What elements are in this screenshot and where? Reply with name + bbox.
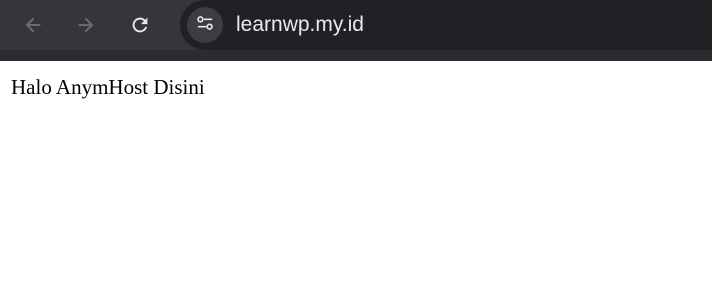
arrow-right-icon bbox=[75, 14, 97, 36]
reload-icon bbox=[129, 14, 151, 36]
arrow-left-icon bbox=[22, 14, 44, 36]
page-content: Halo AnymHost Disini bbox=[0, 61, 712, 303]
forward-button[interactable] bbox=[67, 6, 105, 44]
site-info-button[interactable] bbox=[187, 7, 223, 43]
address-bar[interactable]: learnwp.my.id bbox=[180, 0, 712, 50]
tune-icon bbox=[194, 12, 216, 39]
browser-toolbar: learnwp.my.id bbox=[0, 0, 712, 50]
reload-button[interactable] bbox=[121, 6, 159, 44]
url-text[interactable]: learnwp.my.id bbox=[236, 12, 364, 38]
toolbar-bottom-strip bbox=[0, 50, 712, 61]
page-body-text: Halo AnymHost Disini bbox=[11, 75, 205, 99]
back-button[interactable] bbox=[14, 6, 52, 44]
